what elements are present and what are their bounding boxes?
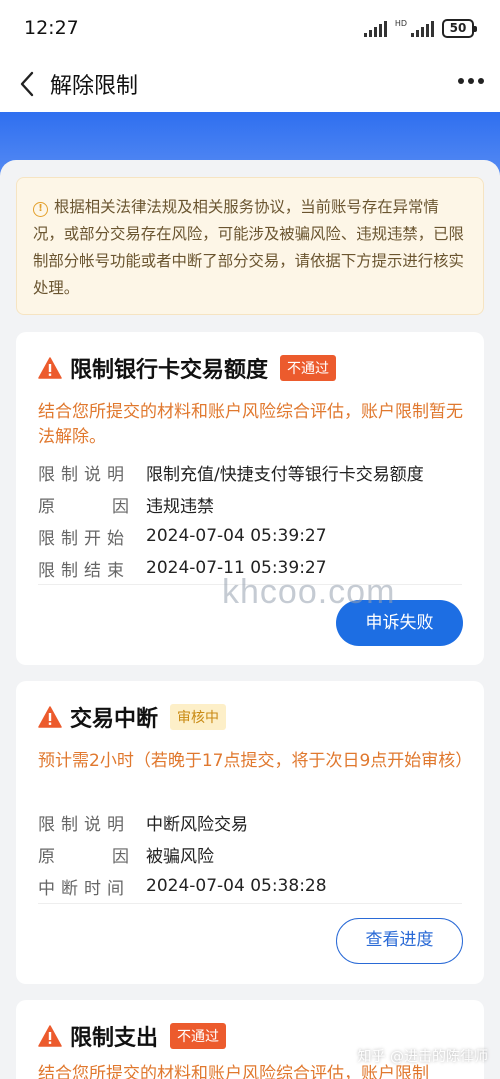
detail-row: 限制说明 限制充值/快捷支付等银行卡交易额度 bbox=[38, 456, 468, 488]
restriction-card-transaction-interrupt: 交易中断 审核中 预计需2小时（若晚于17点提交，将于次日9点开始审核） 限制说… bbox=[16, 681, 484, 984]
row-value: 被骗风险 bbox=[146, 846, 214, 867]
restriction-card-bank-limit: 限制银行卡交易额度 不通过 结合您所提交的材料和账户风险综合评估，账户限制暂无法… bbox=[16, 332, 484, 665]
nav-bar: 解除限制 bbox=[0, 56, 500, 112]
card-title: 限制银行卡交易额度 bbox=[70, 358, 269, 383]
status-badge: 不通过 bbox=[170, 1023, 227, 1049]
battery-icon: 50 bbox=[442, 19, 477, 38]
row-label: 限制说明 bbox=[38, 464, 130, 485]
chevron-left-icon bbox=[20, 71, 34, 97]
back-button[interactable] bbox=[16, 70, 40, 98]
card-description: 预计需2小时（若晚于17点提交，将于次日9点开始审核） bbox=[38, 751, 473, 771]
divider bbox=[38, 903, 462, 904]
hd-icon: HD bbox=[394, 19, 407, 28]
row-label: 限制开始 bbox=[38, 528, 130, 549]
detail-rows: 限制说明 中断风险交易 原因 被骗风险 中断时间 2024-07-04 05:3… bbox=[38, 806, 468, 902]
detail-row: 中断时间 2024-07-04 05:38:28 bbox=[38, 870, 468, 902]
restriction-card-spending-limit: 限制支出 不通过 结合您所提交的材料和账户风险综合评估，账户限制 bbox=[16, 1000, 484, 1079]
card-description: 结合您所提交的材料和账户风险综合评估，账户限制暂无法解除。 bbox=[38, 402, 463, 447]
view-progress-button[interactable]: 查看进度 bbox=[336, 918, 463, 964]
detail-row: 限制说明 中断风险交易 bbox=[38, 806, 468, 838]
status-time: 12:27 bbox=[24, 17, 79, 39]
more-menu-button[interactable] bbox=[458, 78, 484, 84]
row-value: 违规违禁 bbox=[146, 496, 214, 517]
more-dots-icon bbox=[458, 78, 464, 84]
row-label: 限制说明 bbox=[38, 814, 130, 835]
warning-icon bbox=[38, 357, 62, 379]
detail-row: 限制开始 2024-07-04 05:39:27 bbox=[38, 520, 468, 552]
detail-rows: 限制说明 限制充值/快捷支付等银行卡交易额度 原因 违规违禁 限制开始 2024… bbox=[38, 456, 468, 584]
status-icons: HD 50 bbox=[363, 19, 477, 38]
zhihu-watermark: 知乎 @进击的陈律师 bbox=[357, 1049, 488, 1065]
signal-icon-2 bbox=[411, 20, 434, 37]
row-label: 限制结束 bbox=[38, 560, 130, 581]
detail-row: 原因 违规违禁 bbox=[38, 488, 468, 520]
row-value: 限制充值/快捷支付等银行卡交易额度 bbox=[146, 464, 424, 485]
card-header: 限制银行卡交易额度 不通过 bbox=[38, 352, 337, 384]
card-header: 交易中断 审核中 bbox=[38, 701, 227, 733]
info-icon: ! bbox=[33, 202, 48, 217]
detail-row: 原因 被骗风险 bbox=[38, 838, 468, 870]
card-title: 限制支出 bbox=[70, 1026, 159, 1051]
row-value: 2024-07-04 05:39:27 bbox=[146, 526, 327, 546]
status-badge: 不通过 bbox=[280, 355, 337, 381]
row-value: 2024-07-04 05:38:28 bbox=[146, 876, 327, 896]
notice-text: 根据相关法律法规及相关服务协议，当前账号存在异常情况，或部分交易存在风险，可能涉… bbox=[33, 198, 464, 297]
site-watermark: khcoo.com bbox=[222, 573, 396, 611]
notice-box: ! 根据相关法律法规及相关服务协议，当前账号存在异常情况，或部分交易存在风险，可能… bbox=[16, 177, 484, 315]
warning-icon bbox=[38, 1025, 62, 1047]
card-header: 限制支出 不通过 bbox=[38, 1020, 227, 1052]
row-label: 原因 bbox=[38, 496, 129, 517]
row-value: 中断风险交易 bbox=[146, 814, 248, 835]
page-title: 解除限制 bbox=[50, 74, 139, 99]
status-bar: 12:27 HD 50 bbox=[0, 0, 500, 56]
warning-icon bbox=[38, 706, 62, 728]
status-badge: 审核中 bbox=[170, 704, 227, 730]
row-label: 中断时间 bbox=[38, 878, 130, 899]
row-label: 原因 bbox=[38, 846, 129, 867]
signal-icon bbox=[363, 20, 387, 37]
card-title: 交易中断 bbox=[70, 707, 159, 732]
